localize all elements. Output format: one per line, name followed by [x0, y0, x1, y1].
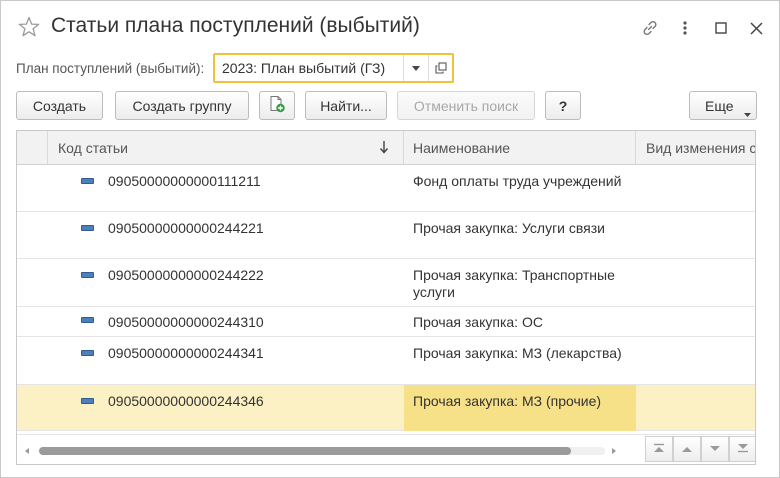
first-page-button[interactable]: [645, 436, 673, 462]
chevron-down-icon: [744, 104, 751, 120]
find-button[interactable]: Найти...: [305, 91, 387, 120]
row-name: Прочая закупка: МЗ (лекарства): [413, 345, 622, 361]
chevron-down-icon: [709, 440, 721, 458]
window-title: Статьи плана поступлений (выбытий): [51, 14, 420, 37]
chevron-up-icon: [681, 440, 693, 458]
favorite-star-icon[interactable]: [17, 15, 41, 39]
plan-selector-value: 2023: План выбытий (ГЗ): [222, 60, 386, 76]
column-header-code-label: Код статьи: [58, 140, 128, 156]
item-icon: [81, 317, 94, 323]
table-row[interactable]: 09050000000000111211 Фонд оплаты труда у…: [17, 165, 755, 212]
window-header: Статьи плана поступлений (выбытий): [1, 1, 779, 57]
dropdown-arrow-icon[interactable]: [403, 55, 427, 81]
item-icon: [81, 225, 94, 231]
table-header: Код статьи Наименование Вид изменения с: [17, 131, 755, 165]
item-icon: [81, 178, 94, 184]
add-copy-button[interactable]: [259, 91, 295, 120]
row-code: 09050000000000244221: [108, 220, 264, 236]
more-actions-button[interactable]: Еще: [689, 91, 757, 120]
articles-table[interactable]: Код статьи Наименование Вид изменения с …: [16, 130, 756, 465]
row-name: Прочая закупка: ОС: [413, 314, 543, 330]
item-icon: [81, 350, 94, 356]
column-header-change-type[interactable]: Вид изменения с: [636, 131, 755, 165]
row-name: Фонд оплаты труда учреждений: [413, 173, 622, 189]
row-code: 09050000000000111211: [108, 173, 261, 189]
plan-selector-label: План поступлений (выбытий):: [16, 61, 205, 76]
scroll-left-arrow-icon[interactable]: [25, 448, 29, 454]
create-button[interactable]: Создать: [16, 91, 103, 120]
table-row-selected[interactable]: 09050000000000244346 Прочая закупка: МЗ …: [17, 385, 755, 431]
dialog-window: Статьи плана поступлений (выбытий) План …: [0, 0, 780, 478]
last-page-button[interactable]: [729, 436, 755, 462]
row-code: 09050000000000244310: [108, 314, 264, 330]
row-code: 09050000000000244222: [108, 267, 264, 283]
plan-selector-field[interactable]: 2023: План выбытий (ГЗ): [213, 53, 454, 83]
create-group-button[interactable]: Создать группу: [115, 91, 249, 120]
item-icon: [81, 398, 94, 404]
table-row[interactable]: 09050000000000244341 Прочая закупка: МЗ …: [17, 337, 755, 385]
previous-page-button[interactable]: [673, 436, 701, 462]
table-row[interactable]: 09050000000000244310 Прочая закупка: ОС: [17, 307, 755, 337]
more-vertical-icon[interactable]: [674, 17, 696, 39]
scroll-thumb[interactable]: [39, 447, 571, 455]
help-button[interactable]: ?: [545, 91, 581, 120]
link-icon[interactable]: [639, 17, 661, 39]
row-code: 09050000000000244341: [108, 345, 264, 361]
row-name: Прочая закупка: МЗ (прочие): [413, 393, 602, 409]
column-header-code[interactable]: Код статьи: [48, 131, 404, 165]
next-page-button[interactable]: [701, 436, 729, 462]
sort-down-icon: [379, 139, 389, 158]
more-actions-label: Еще: [705, 97, 734, 114]
table-row[interactable]: 09050000000000244222 Прочая закупка: Тра…: [17, 259, 755, 307]
item-icon: [81, 272, 94, 278]
maximize-icon[interactable]: [710, 17, 732, 39]
scroll-right-arrow-icon[interactable]: [612, 448, 616, 454]
row-name: Прочая закупка: Услуги связи: [413, 220, 605, 236]
column-header-name[interactable]: Наименование: [404, 131, 636, 165]
double-up-icon: [653, 440, 665, 458]
close-icon[interactable]: [745, 17, 767, 39]
table-row[interactable]: 09050000000000244221 Прочая закупка: Усл…: [17, 212, 755, 259]
copy-document-icon: [268, 95, 286, 116]
cancel-search-button[interactable]: Отменить поиск: [397, 91, 535, 120]
open-in-window-icon[interactable]: [428, 55, 452, 81]
double-down-icon: [737, 440, 749, 458]
row-name: Прочая закупка: Транспортные услуги: [413, 267, 615, 300]
row-code: 09050000000000244346: [108, 393, 264, 409]
header-marker-column: [17, 131, 48, 165]
